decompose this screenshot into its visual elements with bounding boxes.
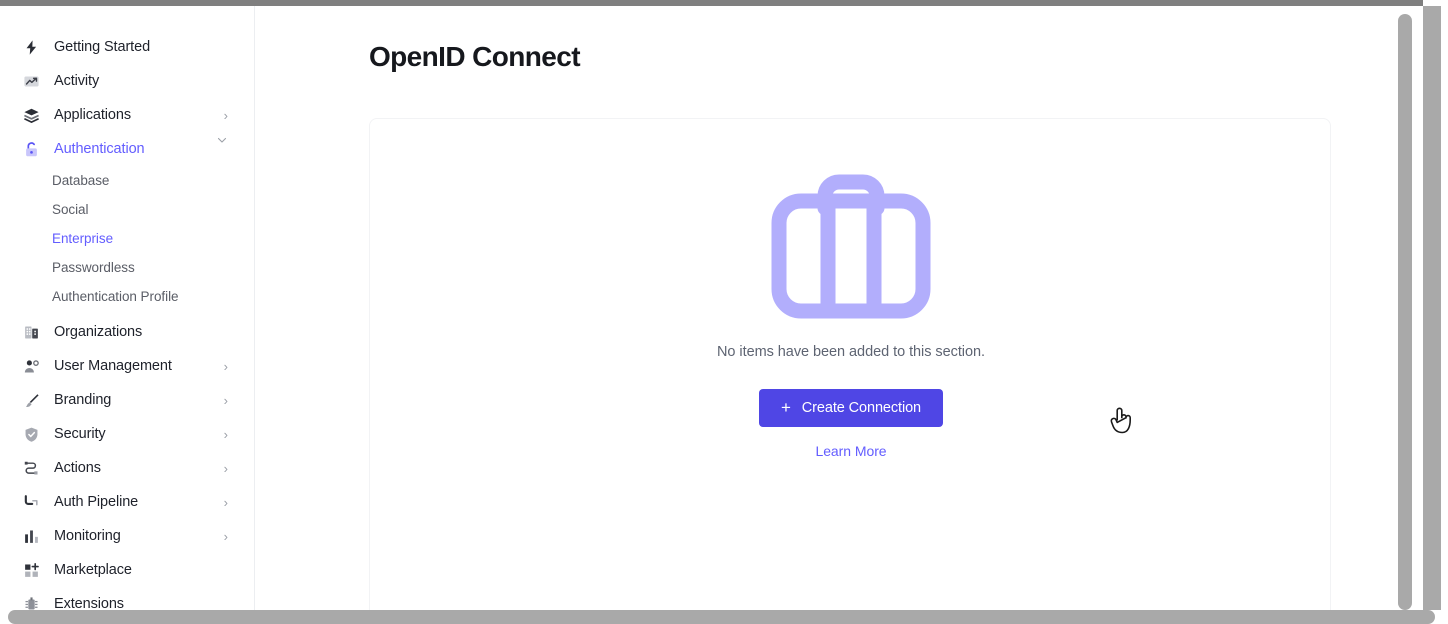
sidebar-subitem-authentication-profile[interactable]: Authentication Profile (0, 282, 254, 311)
bar-chart-icon (22, 527, 40, 545)
sidebar-subitem-label: Enterprise (52, 231, 114, 246)
sidebar-item-label: Auth Pipeline (54, 494, 139, 510)
sidebar-item-label: Monitoring (54, 528, 121, 544)
vertical-scrollbar[interactable] (1398, 12, 1412, 610)
main-content: OpenID Connect No items have been added … (256, 6, 1423, 610)
sidebar-item-getting-started[interactable]: Getting Started (0, 30, 254, 64)
sidebar-item-label: Activity (54, 73, 100, 89)
horizontal-scrollbar-thumb[interactable] (8, 610, 1435, 624)
sidebar-item-label: Extensions (54, 596, 124, 610)
empty-state: No items have been added to this section… (370, 167, 1332, 459)
sidebar-subitem-label: Passwordless (52, 260, 135, 275)
sidebar-item-authentication[interactable]: Authentication (0, 132, 254, 166)
sidebar-subitem-label: Database (52, 173, 110, 188)
sidebar-subitem-label: Authentication Profile (52, 289, 179, 304)
bolt-icon (22, 38, 40, 56)
grid-plus-icon (22, 561, 40, 579)
layers-icon (22, 106, 40, 124)
pipeline-icon (22, 493, 40, 511)
browser-viewport: Getting Started Activity Applications › … (0, 0, 1448, 624)
learn-more-link[interactable]: Learn More (815, 443, 886, 459)
sidebar-item-label: Applications (54, 107, 131, 123)
paintbrush-icon (22, 391, 40, 409)
extensions-icon (22, 595, 40, 610)
sidebar-item-applications[interactable]: Applications › (0, 98, 254, 132)
horizontal-scrollbar[interactable] (0, 610, 1448, 624)
lock-icon (22, 140, 40, 158)
chevron-right-icon[interactable]: › (224, 360, 228, 373)
sidebar-subitem-enterprise[interactable]: Enterprise (0, 224, 254, 253)
actions-flow-icon (22, 459, 40, 477)
page-title: OpenID Connect (369, 41, 581, 72)
chevron-right-icon[interactable]: › (224, 462, 228, 475)
chevron-right-icon[interactable]: › (224, 394, 228, 407)
plus-icon: + (780, 397, 791, 417)
sidebar-item-security[interactable]: Security › (0, 417, 254, 451)
chevron-down-icon[interactable] (216, 134, 228, 148)
chevron-right-icon[interactable]: › (224, 109, 228, 122)
sidebar-item-activity[interactable]: Activity (0, 64, 254, 98)
sidebar-navigation: Getting Started Activity Applications › … (0, 6, 255, 610)
sidebar-item-label: Authentication (54, 141, 145, 157)
sidebar-item-organizations[interactable]: Organizations (0, 315, 254, 349)
user-gear-icon (22, 357, 40, 375)
sidebar-item-extensions[interactable]: Extensions (0, 587, 254, 610)
shield-check-icon (22, 425, 40, 443)
sidebar-item-user-management[interactable]: User Management › (0, 349, 254, 383)
sidebar-item-label: Organizations (54, 324, 143, 340)
building-icon (22, 323, 40, 341)
sidebar-subitem-label: Social (52, 202, 89, 217)
sidebar-item-label: Marketplace (54, 562, 132, 578)
sidebar-item-label: Security (54, 426, 106, 442)
sidebar-subitem-social[interactable]: Social (0, 195, 254, 224)
sidebar-item-label: Getting Started (54, 39, 151, 55)
app-page: Getting Started Activity Applications › … (0, 6, 1423, 610)
chevron-right-icon[interactable]: › (224, 428, 228, 441)
create-connection-button-label: Create Connection (801, 400, 922, 416)
sidebar-item-label: Actions (54, 460, 101, 476)
empty-state-message: No items have been added to this section… (717, 344, 985, 360)
sidebar-subitem-database[interactable]: Database (0, 166, 254, 195)
sidebar-item-auth-pipeline[interactable]: Auth Pipeline › (0, 485, 254, 519)
sidebar-item-actions[interactable]: Actions › (0, 451, 254, 485)
vertical-scrollbar-thumb[interactable] (1398, 14, 1412, 610)
sidebar-subitem-passwordless[interactable]: Passwordless (0, 253, 254, 282)
sidebar-item-marketplace[interactable]: Marketplace (0, 553, 254, 587)
sidebar-item-label: User Management (54, 358, 172, 374)
connections-card: No items have been added to this section… (369, 118, 1331, 610)
sidebar-item-monitoring[interactable]: Monitoring › (0, 519, 254, 553)
briefcase-icon (771, 167, 931, 324)
create-connection-button[interactable]: + Create Connection (758, 389, 944, 427)
window-right-edge (1423, 6, 1441, 610)
sidebar-item-branding[interactable]: Branding › (0, 383, 254, 417)
sidebar-item-label: Branding (54, 392, 112, 408)
activity-chart-icon (22, 72, 40, 90)
chevron-right-icon[interactable]: › (224, 496, 228, 509)
chevron-right-icon[interactable]: › (224, 530, 228, 543)
